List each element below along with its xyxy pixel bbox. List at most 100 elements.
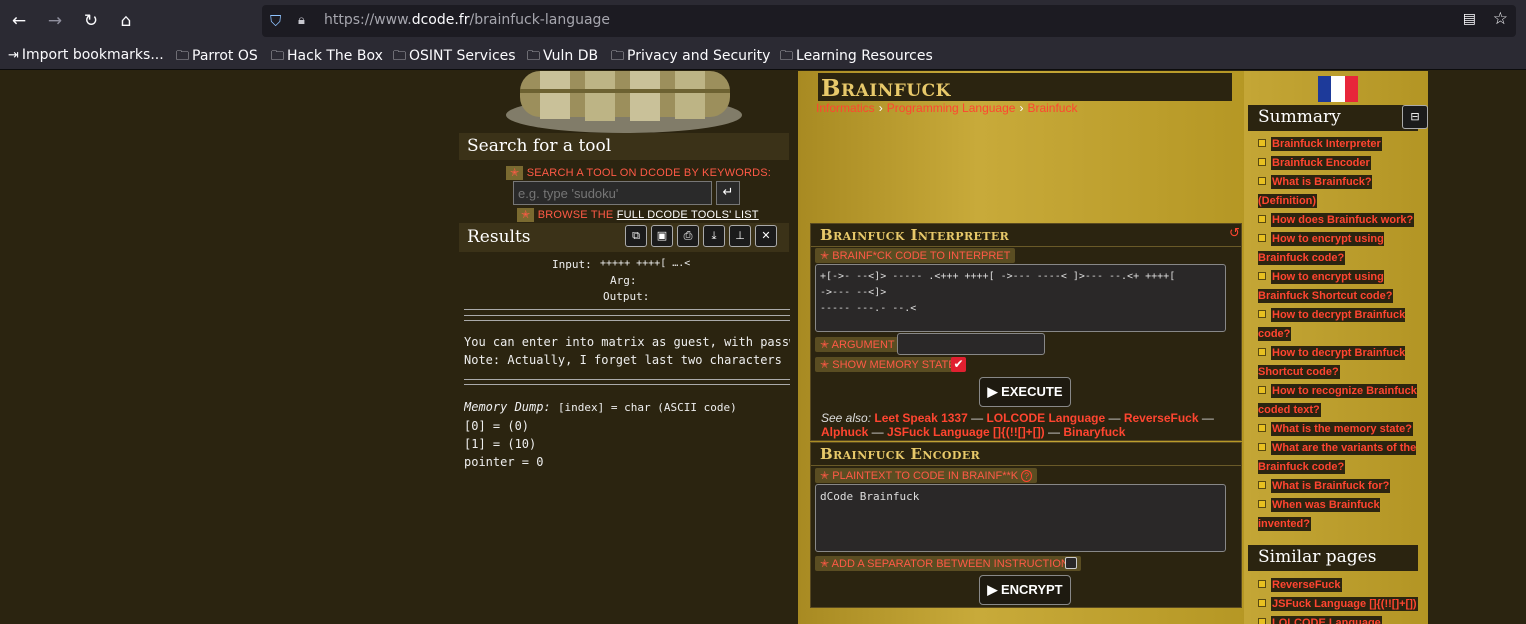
back-arrow-icon[interactable]: ← bbox=[6, 8, 32, 34]
star-icon: ✭ bbox=[820, 339, 830, 351]
memory-state-checkbox[interactable]: ✔ bbox=[951, 357, 966, 372]
similar-pages-title: Similar pages bbox=[1248, 545, 1418, 571]
close-icon[interactable]: ✕ bbox=[755, 225, 777, 247]
divider bbox=[464, 309, 790, 310]
summary-item[interactable]: When was Brainfuck invented? bbox=[1258, 496, 1418, 534]
see-also-link[interactable]: Leet Speak 1337 bbox=[874, 411, 967, 425]
star-icon: ✭ bbox=[820, 250, 830, 262]
bookmark-learning-resources[interactable]: 🗀 Learning Resources bbox=[780, 47, 933, 69]
summary-item[interactable]: How to recognize Brainfuck coded text? bbox=[1258, 382, 1418, 420]
star-icon: ✭ bbox=[820, 558, 830, 570]
bullet-icon bbox=[1258, 481, 1266, 489]
bullet-icon bbox=[1258, 158, 1266, 166]
summary-item[interactable]: What is Brainfuck? (Definition) bbox=[1258, 173, 1418, 211]
folder-icon: 🗀 bbox=[393, 49, 407, 64]
brainfuck-code-textarea[interactable]: +[->- --<]> ----- .<+++ ++++[ ->--- ----… bbox=[815, 264, 1226, 332]
reader-view-icon[interactable]: ▤ bbox=[1463, 11, 1476, 27]
summary-item[interactable]: Brainfuck Interpreter bbox=[1258, 135, 1418, 154]
similar-item[interactable]: LOLCODE Language bbox=[1258, 614, 1418, 624]
summary-item[interactable]: What are the variants of the Brainfuck c… bbox=[1258, 439, 1418, 477]
search-input[interactable] bbox=[513, 181, 712, 205]
summary-item[interactable]: How to encrypt using Brainfuck code? bbox=[1258, 230, 1418, 268]
home-icon[interactable]: ⌂ bbox=[113, 8, 139, 34]
memory-row: [1] = (10) bbox=[464, 437, 537, 451]
breadcrumb-item[interactable]: Programming Language bbox=[887, 101, 1016, 115]
collapse-icon[interactable]: ⊟ bbox=[1402, 105, 1428, 129]
url-bar[interactable]: ⛉ 🔒︎ https://www.dcode.fr/brainfuck-lang… bbox=[262, 5, 1516, 37]
bookmark-import[interactable]: ⇥ Import bookmarks... bbox=[8, 47, 164, 63]
bookmark-parrot-os[interactable]: 🗀 Parrot OS bbox=[176, 47, 258, 69]
dcode-logo[interactable] bbox=[500, 71, 748, 133]
browse-tools-link[interactable]: ✭ BROWSE THE FULL DCODE TOOLS' LIST bbox=[517, 208, 759, 222]
see-also-link[interactable]: LOLCODE Language bbox=[986, 411, 1105, 425]
bookmark-privacy-security[interactable]: 🗀 Privacy and Security bbox=[611, 47, 770, 69]
argument-input[interactable] bbox=[897, 333, 1045, 355]
bullet-icon bbox=[1258, 215, 1266, 223]
copy-icon[interactable]: ⧉ bbox=[625, 225, 647, 247]
results-body: Input: +++++ ++++[ ….< Arg: Output: You … bbox=[464, 256, 790, 624]
bookmark-hack-the-box[interactable]: 🗀 Hack The Box bbox=[271, 47, 383, 69]
bookmark-osint-services[interactable]: 🗀 OSINT Services bbox=[393, 47, 516, 69]
page-content: Search for a tool ✭ SEARCH A TOOL ON DCO… bbox=[0, 71, 1526, 624]
enter-icon[interactable]: ↵ bbox=[716, 181, 740, 205]
summary-item[interactable]: How to encrypt using Brainfuck Shortcut … bbox=[1258, 268, 1418, 306]
memory-row: [0] = (0) bbox=[464, 419, 530, 433]
refresh-icon[interactable]: ↺ bbox=[1229, 226, 1240, 241]
memory-dump-heading: Memory Dump: [index] = char (ASCII code) bbox=[464, 400, 737, 414]
summary-item[interactable]: Brainfuck Encoder bbox=[1258, 154, 1418, 173]
see-also-link[interactable]: JSFuck Language []{(!![]+[]) bbox=[887, 425, 1045, 439]
similar-item[interactable]: ReverseFuck bbox=[1258, 576, 1418, 595]
input-label: Input: bbox=[552, 258, 592, 271]
see-also-link[interactable]: Alphuck bbox=[821, 425, 868, 439]
bullet-icon bbox=[1258, 139, 1266, 147]
memory-state-label: ✭ SHOW MEMORY STATE bbox=[815, 357, 961, 372]
bookmark-star-icon[interactable]: ☆ bbox=[1493, 9, 1508, 29]
separator-checkbox[interactable] bbox=[1065, 557, 1077, 569]
save-icon[interactable]: ▣ bbox=[651, 225, 673, 247]
encrypt-button[interactable]: ▶ ENCRYPT bbox=[979, 575, 1071, 605]
divider bbox=[464, 379, 790, 380]
breadcrumb-item[interactable]: Informatics bbox=[816, 101, 875, 115]
see-also-link[interactable]: Binaryfuck bbox=[1063, 425, 1125, 439]
bullet-icon bbox=[1258, 599, 1266, 607]
divider bbox=[464, 320, 790, 321]
plaintext-textarea[interactable]: dCode Brainfuck bbox=[815, 484, 1226, 552]
star-icon: ✭ bbox=[506, 166, 524, 180]
print-icon[interactable]: ⎙ bbox=[677, 225, 699, 247]
summary-item[interactable]: How to decrypt Brainfuck Shortcut code? bbox=[1258, 344, 1418, 382]
bullet-icon bbox=[1258, 580, 1266, 588]
forward-arrow-icon[interactable]: → bbox=[42, 8, 68, 34]
arg-label: Arg: bbox=[610, 274, 637, 287]
similar-item[interactable]: JSFuck Language []{(!![]+[]) bbox=[1258, 595, 1418, 614]
bookmark-vuln-db[interactable]: 🗀 Vuln DB bbox=[527, 47, 598, 69]
star-icon: ✭ bbox=[517, 208, 535, 222]
shield-icon[interactable]: ⛉ bbox=[270, 11, 288, 31]
bullet-icon bbox=[1258, 234, 1266, 242]
summary-item[interactable]: What is the memory state? bbox=[1258, 420, 1418, 439]
bullet-icon bbox=[1258, 424, 1266, 432]
bullet-icon bbox=[1258, 500, 1266, 508]
folder-icon: 🗀 bbox=[527, 49, 541, 64]
summary-item[interactable]: What is Brainfuck for? bbox=[1258, 477, 1418, 496]
help-icon[interactable]: ? bbox=[1021, 470, 1033, 482]
plaintext-label: ✭ PLAINTEXT TO CODE IN BRAINF**K ? bbox=[815, 468, 1038, 483]
execute-button[interactable]: ▶ EXECUTE bbox=[979, 377, 1071, 407]
code-input-label: ✭ BRAINF*CK CODE TO INTERPRET bbox=[815, 248, 1016, 263]
see-also-link[interactable]: ReverseFuck bbox=[1124, 411, 1199, 425]
bullet-icon bbox=[1258, 177, 1266, 185]
pin-icon[interactable]: ⊥ bbox=[729, 225, 751, 247]
reload-icon[interactable]: ↻ bbox=[78, 8, 104, 34]
star-icon: ✭ bbox=[820, 470, 830, 482]
breadcrumb-item[interactable]: Brainfuck bbox=[1027, 101, 1077, 115]
bookmarks-bar: ⇥ Import bookmarks... 🗀 Parrot OS 🗀 Hack Th… bbox=[0, 42, 1526, 70]
summary-item[interactable]: How does Brainfuck work? bbox=[1258, 211, 1418, 230]
bullet-icon bbox=[1258, 310, 1266, 318]
bullet-icon bbox=[1258, 348, 1266, 356]
search-keywords-label: ✭ SEARCH A TOOL ON DCODE BY KEYWORDS: bbox=[506, 166, 771, 180]
url-text[interactable]: https://www.dcode.fr/brainfuck-language bbox=[324, 12, 610, 28]
download-icon[interactable]: ⤓ bbox=[703, 225, 725, 247]
lock-icon[interactable]: 🔒︎ bbox=[298, 11, 314, 31]
folder-icon: 🗀 bbox=[611, 49, 625, 64]
summary-item[interactable]: How to decrypt Brainfuck code? bbox=[1258, 306, 1418, 344]
french-flag-icon[interactable] bbox=[1318, 76, 1358, 102]
